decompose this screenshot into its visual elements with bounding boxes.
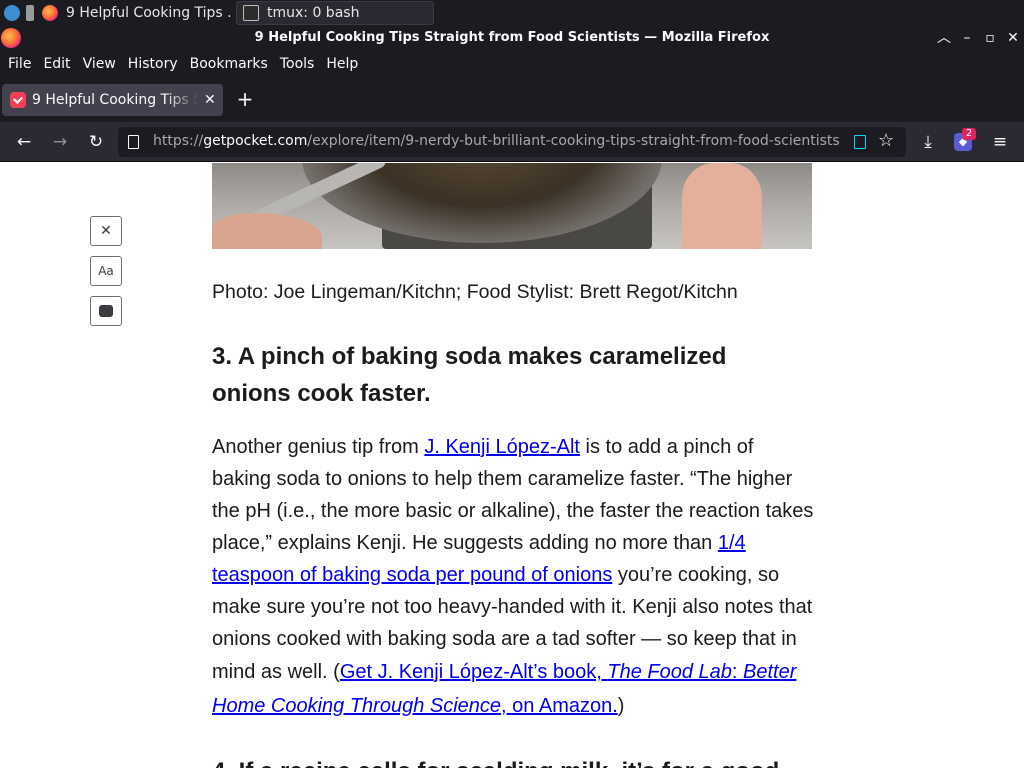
minimize-icon[interactable]: –	[959, 30, 975, 46]
system-menu-icon[interactable]	[4, 5, 20, 21]
url-domain: getpocket.com	[203, 133, 308, 149]
terminal-icon	[243, 5, 259, 21]
taskbar-terminal-window[interactable]: tmux: 0 bash	[236, 1, 434, 25]
url-prefix: https://	[153, 133, 204, 149]
reader-view-icon[interactable]	[854, 135, 866, 149]
window-titlebar: 9 Helpful Cooking Tips Straight from Foo…	[0, 26, 1024, 50]
tab-label: 9 Helpful Cooking Tips Straight from Foo…	[32, 92, 198, 108]
new-tab-button[interactable]: +	[234, 88, 256, 110]
app-menu-icon[interactable]: ≡	[990, 132, 1010, 152]
article-hero-image	[212, 163, 812, 249]
url-path: /explore/item/9-nerdy-but-brilliant-cook…	[307, 133, 840, 149]
maximize-up-icon[interactable]: ︿	[936, 30, 952, 46]
close-reader-icon[interactable]: ✕	[90, 216, 122, 246]
reload-icon[interactable]: ↻	[86, 132, 106, 152]
page-content: ✕ Aa Photo: Joe Lingeman/Kitchn; Food St…	[0, 163, 1024, 768]
tab-strip: 9 Helpful Cooking Tips Straight from Foo…	[0, 78, 1024, 122]
bookmark-star-icon[interactable]: ☆	[878, 130, 894, 151]
os-taskbar: 9 Helpful Cooking Tips ... tmux: 0 bash	[0, 0, 1024, 26]
article-paragraph: Another genius tip from J. Kenji López-A…	[212, 431, 816, 723]
back-icon[interactable]: ←	[14, 132, 34, 152]
menu-file[interactable]: File	[4, 56, 35, 72]
menu-bookmarks[interactable]: Bookmarks	[186, 56, 272, 72]
app-grid-icon[interactable]	[26, 5, 34, 21]
tab-close-icon[interactable]: ✕	[204, 92, 216, 108]
navigation-toolbar: ← → ↻ https://getpocket.com/explore/item…	[0, 122, 1024, 162]
taskbar-firefox-window[interactable]: 9 Helpful Cooking Tips ...	[36, 1, 232, 25]
paragraph-text: )	[617, 695, 625, 717]
forward-icon[interactable]: →	[50, 132, 70, 152]
close-window-icon[interactable]: ✕	[1005, 30, 1021, 46]
tab-active[interactable]: 9 Helpful Cooking Tips Straight from Foo…	[2, 84, 223, 116]
restore-icon[interactable]: ▫	[982, 30, 998, 46]
menu-help[interactable]: Help	[322, 56, 362, 72]
menu-edit[interactable]: Edit	[39, 56, 74, 72]
link-kenji-lopez-alt[interactable]: J. Kenji López-Alt	[424, 436, 580, 458]
taskbar-terminal-label: tmux: 0 bash	[267, 5, 360, 21]
extension-badge: 2	[962, 128, 976, 140]
menu-history[interactable]: History	[124, 56, 182, 72]
page-info-icon[interactable]	[128, 135, 139, 149]
text-settings-button[interactable]: Aa	[90, 256, 122, 286]
url-text[interactable]: https://getpocket.com/explore/item/9-ner…	[153, 133, 843, 149]
section-heading: 3. A pinch of baking soda makes carameli…	[212, 343, 727, 407]
menu-bar: File Edit View History Bookmarks Tools H…	[0, 50, 1024, 78]
window-title: 9 Helpful Cooking Tips Straight from Foo…	[254, 30, 770, 45]
menu-tools[interactable]: Tools	[276, 56, 319, 72]
firefox-icon	[42, 5, 58, 21]
next-section-heading: 4. If a recipe calls for scalding milk, …	[212, 753, 816, 768]
url-bar[interactable]: https://getpocket.com/explore/item/9-ner…	[118, 127, 906, 157]
paragraph-text: Another genius tip from	[212, 436, 425, 458]
pocket-icon	[10, 92, 26, 108]
image-caption: Photo: Joe Lingeman/Kitchn; Food Stylist…	[212, 281, 738, 303]
menu-view[interactable]: View	[79, 56, 120, 72]
taskbar-firefox-label: 9 Helpful Cooking Tips ...	[66, 5, 232, 21]
downloads-icon[interactable]: ⤓	[918, 132, 938, 152]
save-to-pocket-icon[interactable]	[90, 296, 122, 326]
